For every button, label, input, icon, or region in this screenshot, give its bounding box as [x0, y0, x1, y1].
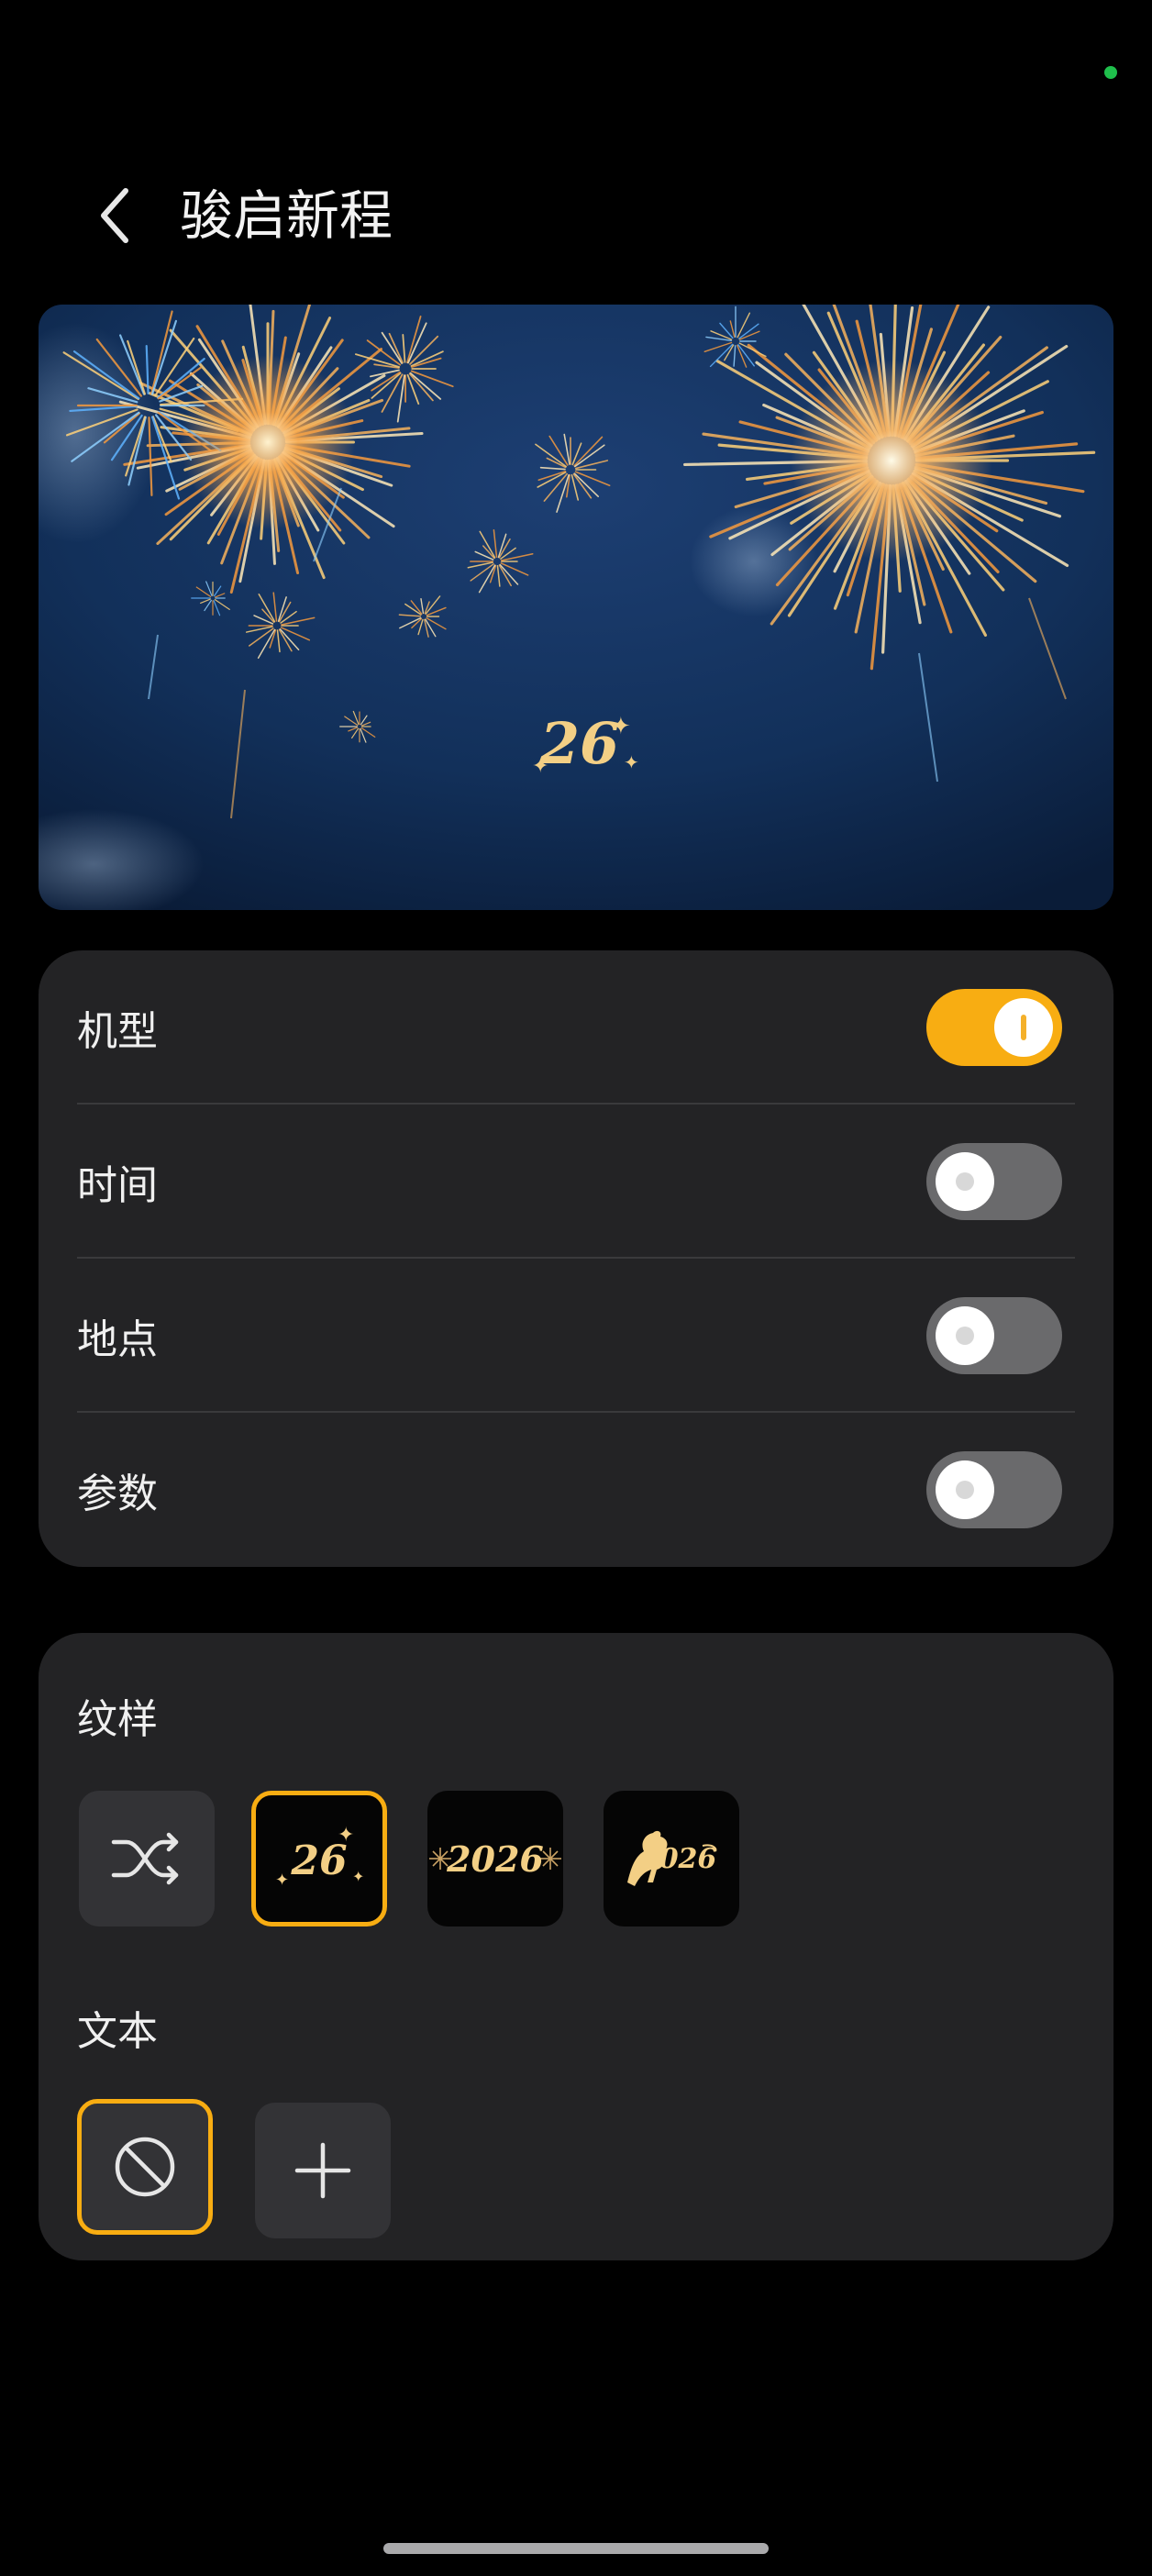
location-toggle-switch[interactable]	[926, 1297, 1062, 1374]
svg-text:2026: 2026	[446, 1838, 544, 1880]
pattern-tile-calligraphy[interactable]: 26 ✦ ✦ ✦	[251, 1791, 387, 1926]
preview-logo-text: 26	[539, 710, 619, 777]
fireworks-2026-icon: 2026	[429, 1838, 561, 1880]
svg-text:✦: ✦	[611, 713, 631, 740]
option-row-time: 时间	[39, 1105, 1113, 1259]
text-section-label: 文本	[77, 2008, 158, 2055]
shuffle-icon	[111, 1832, 179, 1885]
params-toggle-switch[interactable]	[926, 1451, 1062, 1528]
home-indicator[interactable]	[383, 2543, 769, 2554]
pattern-tile-horse-2026[interactable]: 026	[604, 1791, 739, 1926]
plus-icon	[294, 2142, 351, 2199]
option-label: 机型	[77, 1008, 158, 1055]
add-text-button[interactable]	[255, 2103, 391, 2238]
back-button[interactable]	[83, 174, 147, 257]
horse-2026-icon: 026	[627, 1830, 717, 1886]
svg-text:✦: ✦	[532, 755, 548, 778]
info-toggles-card: 机型 时间 地点 参数	[39, 950, 1113, 1567]
switch-knob	[936, 1306, 994, 1365]
time-toggle-switch[interactable]	[926, 1143, 1062, 1220]
pattern-section-label: 纹样	[77, 1696, 158, 1743]
style-card: 纹样 26 ✦ ✦ ✦ 2026 026 文本	[39, 1633, 1113, 2260]
svg-text:✦: ✦	[275, 1871, 289, 1890]
svg-text:026: 026	[659, 1843, 717, 1875]
status-indicator-dot	[1104, 66, 1117, 79]
model-toggle-switch[interactable]	[926, 989, 1062, 1066]
text-none-tile[interactable]	[77, 2099, 213, 2235]
none-circle-slash-icon	[115, 2137, 175, 2197]
svg-text:✦: ✦	[624, 751, 639, 773]
option-row-location: 地点	[39, 1259, 1113, 1413]
option-row-model: 机型	[39, 950, 1113, 1105]
pattern-tile-fireworks-2026[interactable]: 2026	[427, 1791, 563, 1926]
option-label: 时间	[77, 1162, 158, 1209]
pattern-shuffle-tile[interactable]	[79, 1791, 215, 1926]
calligraphy-26-sparkle-icon: 26 ✦ ✦ ✦	[275, 1824, 364, 1890]
svg-text:✦: ✦	[352, 1868, 364, 1885]
switch-knob	[936, 1152, 994, 1211]
page-title: 骏启新程	[180, 184, 393, 247]
switch-knob	[936, 1460, 994, 1519]
switch-knob	[994, 998, 1053, 1057]
preview-image: 26 ✦ ✦ ✦	[39, 305, 1113, 910]
option-label: 参数	[77, 1471, 158, 1517]
chevron-left-icon	[101, 188, 128, 243]
svg-text:✦: ✦	[338, 1824, 354, 1847]
option-label: 地点	[77, 1316, 158, 1363]
option-row-params: 参数	[39, 1413, 1113, 1567]
